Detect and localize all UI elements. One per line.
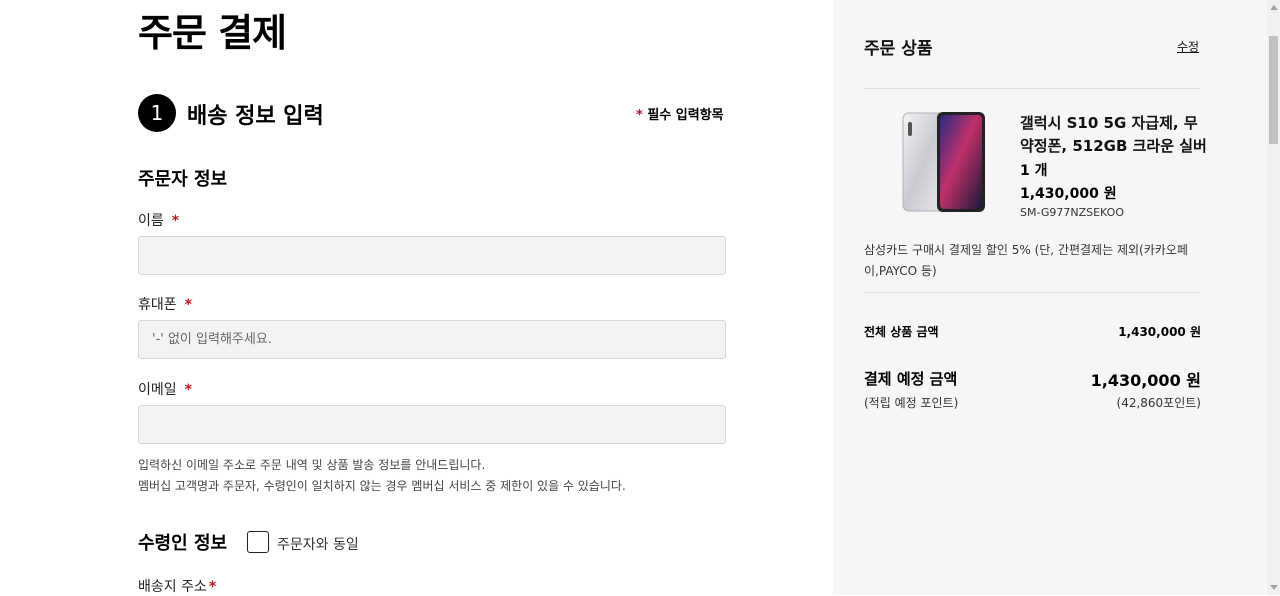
same-as-orderer-checkbox[interactable] [247,531,269,553]
phone-input[interactable] [138,320,726,359]
total-value: 1,430,000 원 [1118,325,1201,339]
phone-image [902,112,985,212]
required-note-text: 필수 입력항목 [647,108,724,123]
payment-amount-label: 결제 예정 금액 [864,370,958,388]
points-value: (42,860포인트) [1116,396,1201,410]
step-number-badge: 1 [138,94,176,132]
scroll-down-icon[interactable] [1270,585,1278,590]
points-label: (적립 예정 포인트) [864,396,959,410]
divider [864,292,1200,293]
email-input[interactable] [138,405,726,444]
product-price: 1,430,000 원 [1020,186,1117,202]
phone-label: 휴대폰 * [138,294,192,314]
email-label: 이메일 * [138,379,192,399]
name-label-text: 이름 [138,213,164,229]
edit-order-link[interactable]: 수정 [1177,38,1199,55]
page-scrollbar[interactable] [1267,0,1280,595]
payment-amount-value: 1,430,000 원 [1090,371,1201,390]
email-label-text: 이메일 [138,382,177,398]
product-sku: SM-G977NZSEKOO [1020,206,1124,219]
required-star: * [208,579,217,595]
page-title: 주문 결제 [138,11,287,55]
receiver-section-title: 수령인 정보 [138,533,228,554]
required-star: * [636,108,643,123]
required-star: * [184,297,192,313]
name-label: 이름 * [138,210,179,230]
address-label: 배송지 주소 * [138,576,216,596]
required-fields-note: * 필수 입력항목 [636,104,724,123]
product-quantity: 1 개 [1020,163,1048,179]
order-summary-panel: 주문 상품 수정 갤럭시 S10 5G 자급제, 무약정폰, 512GB 크라운… [833,0,1267,595]
orderer-section-title: 주문자 정보 [138,169,228,190]
step-title: 배송 정보 입력 [187,104,324,129]
divider [864,88,1200,89]
required-star: * [171,213,180,229]
address-label-text: 배송지 주소 [138,579,207,595]
same-as-orderer-label[interactable]: 주문자와 동일 [277,534,359,554]
required-star: * [184,382,192,398]
membership-hint-line: 멤버십 고객명과 주문자, 수령인이 일치하지 않는 경우 멤버십 서비스 중 … [138,479,626,493]
total-label: 전체 상품 금액 [864,325,939,339]
order-summary-title: 주문 상품 [864,39,933,59]
phone-label-text: 휴대폰 [138,297,177,313]
checkout-form: 주문 결제 1 배송 정보 입력 * 필수 입력항목 주문자 정보 이름 * 휴대… [0,0,833,595]
name-input[interactable] [138,236,726,275]
scrollbar-thumb[interactable] [1269,36,1278,144]
product-name: 갤럭시 S10 5G 자급제, 무약정폰, 512GB 크라운 실버 [1020,114,1207,155]
scroll-up-icon[interactable] [1270,5,1278,10]
email-hint-line: 입력하신 이메일 주소로 주문 내역 및 상품 발송 정보를 안내드립니다. [138,458,486,472]
card-promo-text: 삼성카드 구매시 결제일 할인 5% (단, 간편결제는 제외(카카오페이,PA… [864,243,1188,278]
